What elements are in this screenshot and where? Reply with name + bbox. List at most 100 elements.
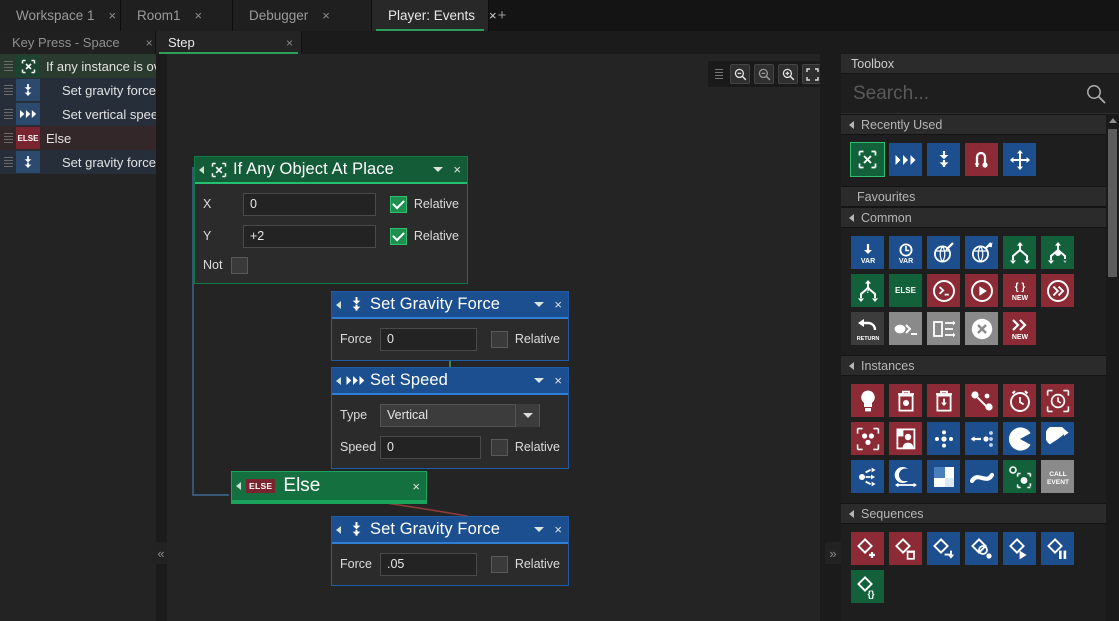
block-header[interactable]: Set Gravity Force × — [332, 292, 568, 317]
tool-if[interactable] — [1003, 236, 1036, 269]
tool-execute-code[interactable] — [927, 274, 960, 307]
tool-destroy-instance[interactable] — [889, 384, 922, 417]
drag-handle-icon[interactable] — [0, 126, 16, 150]
zoom-reset-button[interactable] — [754, 64, 774, 84]
block-header[interactable]: Set Gravity Force × — [332, 517, 568, 542]
tool-move-free[interactable] — [965, 422, 998, 455]
panel-divider[interactable] — [156, 54, 167, 621]
tool-cancel[interactable] — [965, 312, 998, 345]
collapse-triangle-icon[interactable] — [336, 525, 341, 534]
tool-if-any-object-at-place[interactable] — [850, 142, 885, 177]
tool-sequence-play[interactable] — [1003, 532, 1036, 565]
collapse-triangle-icon[interactable] — [849, 361, 854, 370]
tool-change-instance[interactable] — [965, 384, 998, 417]
close-icon[interactable]: × — [260, 36, 293, 50]
tool-sequence-create[interactable] — [851, 532, 884, 565]
tool-path[interactable] — [965, 460, 998, 493]
search-input[interactable]: Search... — [853, 83, 1085, 105]
block-else[interactable]: ELSE Else × — [231, 471, 427, 504]
tool-set-gravity-direction[interactable] — [965, 143, 998, 176]
zoom-in-button[interactable] — [778, 64, 798, 84]
collapse-triangle-icon[interactable] — [236, 482, 241, 490]
tool-exit-event[interactable] — [927, 312, 960, 345]
drag-handle-icon[interactable] — [0, 150, 16, 174]
tool-temp-variable[interactable]: VAR — [889, 236, 922, 269]
search-icon[interactable] — [1085, 83, 1107, 105]
chevron-down-icon[interactable] — [534, 378, 545, 383]
tab-room1[interactable]: Room1 × — [121, 0, 233, 31]
zoom-fit-button[interactable] — [802, 64, 820, 84]
x-input[interactable]: 0 — [243, 192, 376, 216]
list-item[interactable]: ELSE Else — [0, 126, 156, 150]
y-input[interactable]: +2 — [243, 224, 376, 248]
chevron-down-icon[interactable] — [534, 527, 545, 532]
y-relative-checkbox[interactable] — [389, 227, 407, 245]
tool-sequence-destroy[interactable] — [889, 532, 922, 565]
toolbox-scrollbar[interactable] — [1106, 114, 1119, 621]
drag-handle-icon[interactable] — [0, 54, 16, 78]
tool-call-event[interactable]: CALL EVENT — [1041, 460, 1074, 493]
chevron-down-icon[interactable] — [515, 403, 539, 427]
x-relative-checkbox[interactable] — [389, 195, 407, 213]
tool-instance-count[interactable] — [851, 422, 884, 455]
tab-workspace-1[interactable]: Workspace 1 × — [0, 0, 121, 31]
tool-else[interactable]: ELSE — [889, 274, 922, 307]
collapse-triangle-icon[interactable] — [849, 213, 854, 222]
tool-return[interactable]: RETURN — [851, 312, 884, 345]
block-header[interactable]: ELSE Else × — [232, 472, 426, 500]
tool-set-gravity-force[interactable] — [927, 143, 960, 176]
block-header[interactable]: If Any Object At Place × — [195, 157, 467, 182]
tab-debugger[interactable]: Debugger × — [233, 0, 372, 31]
drag-handle-icon[interactable] — [0, 78, 16, 102]
tool-comment[interactable] — [889, 312, 922, 345]
tool-destroy-object[interactable] — [927, 384, 960, 417]
force-input[interactable]: .05 — [380, 552, 477, 576]
tool-assign-variable[interactable]: VAR — [851, 236, 884, 269]
tool-if-question[interactable]: ? — [851, 274, 884, 307]
collapse-triangle-icon[interactable] — [199, 165, 204, 174]
tool-create-instance[interactable] — [851, 384, 884, 417]
tool-new-struct[interactable]: { } NEW — [1003, 274, 1036, 307]
block-if-any-object-at-place[interactable]: If Any Object At Place × X 0 Relative Y … — [194, 156, 468, 284]
collapse-right-panel-button[interactable]: » — [825, 542, 841, 564]
tool-applies-to[interactable] — [1003, 460, 1036, 493]
tool-new-array[interactable]: NEW — [1003, 312, 1036, 345]
list-item[interactable]: Set gravity force t — [0, 150, 156, 174]
list-item[interactable]: Set vertical speed — [0, 102, 156, 126]
collapse-triangle-icon[interactable] — [336, 376, 341, 385]
toolbox-section-recently-used[interactable]: Recently Used — [841, 114, 1119, 135]
block-set-gravity-force-1[interactable]: Set Gravity Force × Force 0 Relative — [331, 291, 569, 361]
collapse-triangle-icon[interactable] — [849, 509, 854, 518]
speed-relative-checkbox[interactable] — [490, 438, 508, 456]
close-icon[interactable]: × — [554, 523, 562, 536]
list-item[interactable]: If any instance is ov — [0, 54, 156, 78]
close-icon[interactable]: × — [453, 163, 461, 176]
tool-run[interactable] — [965, 274, 998, 307]
tool-sequence-goto[interactable] — [927, 532, 960, 565]
tool-move[interactable] — [927, 422, 960, 455]
tool-skip[interactable] — [1041, 274, 1074, 307]
tool-scatter[interactable] — [851, 460, 884, 493]
close-icon[interactable]: × — [322, 9, 330, 22]
drag-handle-icon[interactable] — [0, 102, 16, 126]
close-icon[interactable]: × — [109, 9, 117, 22]
collapse-triangle-icon[interactable] — [849, 120, 854, 129]
scroll-up-icon[interactable] — [1106, 114, 1119, 127]
tool-set-alarm[interactable] — [1003, 384, 1036, 417]
close-icon[interactable]: × — [195, 9, 203, 22]
close-icon[interactable]: × — [120, 36, 153, 50]
toolbox-scroll-area[interactable]: Recently Used Favourites Common VAR VAR … — [841, 114, 1119, 621]
tool-sequence-variable[interactable]: {} — [851, 570, 884, 603]
block-set-gravity-force-2[interactable]: Set Gravity Force × Force .05 Relative — [331, 516, 569, 586]
tool-get-global-variable[interactable] — [927, 236, 960, 269]
drag-handle-icon[interactable] — [712, 69, 726, 79]
tool-sequence-loop[interactable] — [965, 532, 998, 565]
tool-set-global-variable[interactable] — [965, 236, 998, 269]
tool-set-speed[interactable] — [889, 143, 922, 176]
speed-input[interactable]: 0 — [380, 435, 481, 459]
subtab-step[interactable]: Step × — [156, 31, 302, 54]
force-input[interactable]: 0 — [380, 327, 477, 351]
subtab-key-press-space[interactable]: Key Press - Space × — [0, 31, 156, 54]
tool-rotate[interactable] — [1041, 422, 1074, 455]
toolbox-section-common[interactable]: Common — [841, 207, 1119, 228]
